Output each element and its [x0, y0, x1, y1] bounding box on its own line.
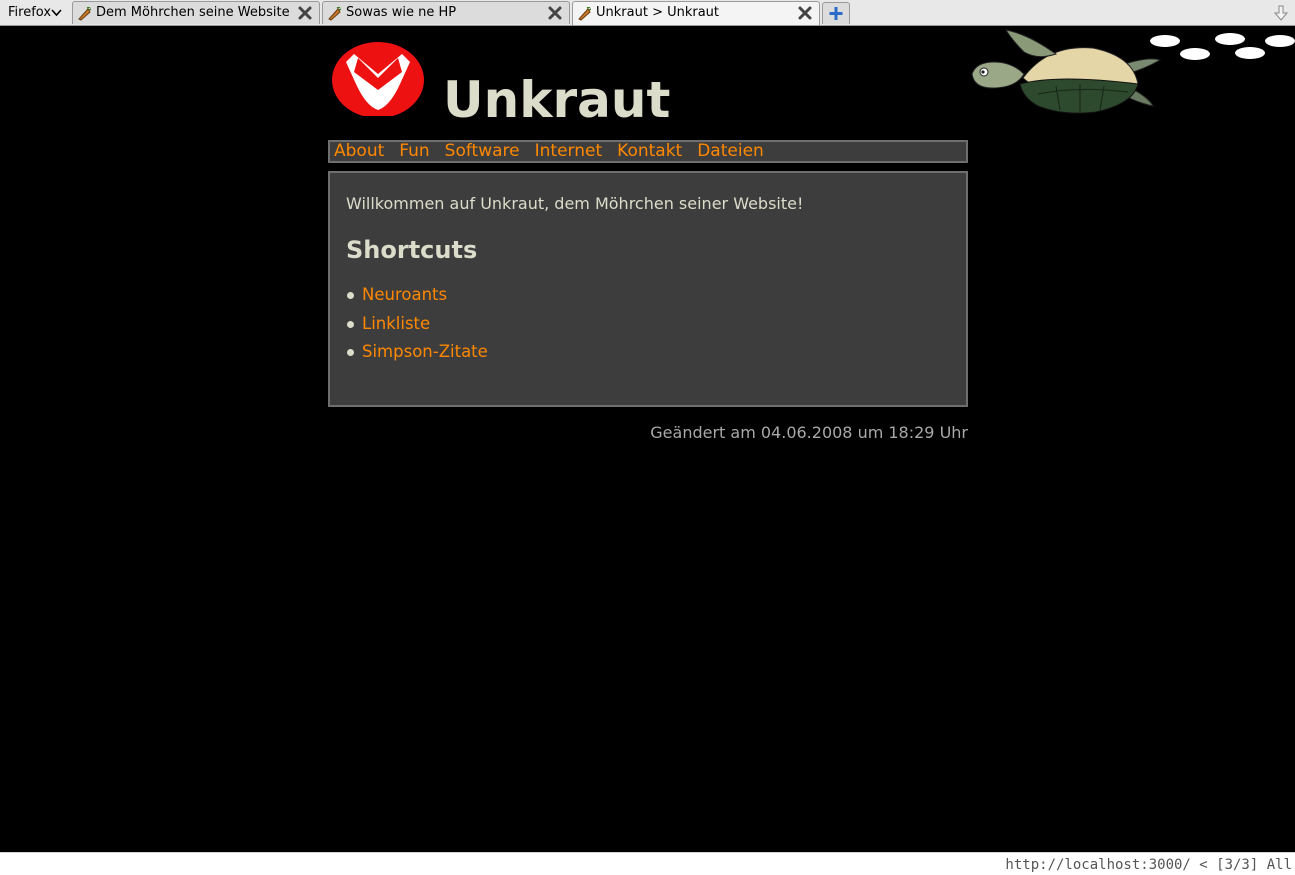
tab-list-button[interactable] [1273, 4, 1289, 22]
main-nav: About Fun Software Internet Kontakt Date… [328, 140, 968, 163]
close-icon[interactable] [797, 5, 813, 21]
shortcut-link-simpson-zitate[interactable]: Simpson-Zitate [362, 342, 488, 361]
tab-label: Sowas wie ne HP [346, 5, 457, 20]
nav-link-software[interactable]: Software [445, 142, 520, 161]
content-panel: Willkommen auf Unkraut, dem Möhrchen sei… [328, 171, 968, 407]
turtle-illustration [968, 26, 1295, 116]
firefox-menu-label: Firefox [8, 5, 52, 20]
close-icon[interactable] [297, 5, 313, 21]
site-logo [330, 40, 426, 118]
list-item: Simpson-Zitate [346, 342, 950, 371]
browser-tab[interactable]: Sowas wie ne HP [322, 1, 570, 24]
list-item: Neuroants [346, 285, 950, 314]
bullet-icon [347, 292, 354, 299]
list-item: Linkliste [346, 314, 950, 343]
nav-link-internet[interactable]: Internet [535, 142, 603, 161]
bullet-icon [347, 349, 354, 356]
carrot-favicon-icon [77, 6, 92, 21]
shortcut-list: Neuroants Linkliste Simpson-Zitate [346, 285, 950, 371]
nav-link-about[interactable]: About [334, 142, 384, 161]
welcome-text: Willkommen auf Unkraut, dem Möhrchen sei… [346, 194, 804, 213]
site-title: Unkraut [443, 71, 671, 129]
last-changed-text: Geändert am 04.06.2008 um 18:29 Uhr [650, 423, 968, 442]
new-tab-button[interactable] [822, 2, 850, 24]
tab-label: Dem Möhrchen seine Website [96, 5, 290, 20]
status-url-text: http://localhost:3000/ < [3/3] All [1005, 857, 1292, 873]
arrow-down-icon [1273, 5, 1289, 21]
carrot-favicon-icon [327, 6, 342, 21]
shortcut-link-linkliste[interactable]: Linkliste [362, 314, 430, 333]
chevron-down-icon [51, 2, 62, 30]
status-bar: http://localhost:3000/ < [3/3] All [0, 852, 1295, 875]
tab-label: Unkraut > Unkraut [596, 5, 720, 20]
nav-link-fun[interactable]: Fun [399, 142, 429, 161]
nav-link-dateien[interactable]: Dateien [697, 142, 764, 161]
close-icon[interactable] [547, 5, 563, 21]
nav-link-kontakt[interactable]: Kontakt [617, 142, 682, 161]
browser-tab-bar: Firefox Dem Möhrchen seine Website Sowas… [0, 0, 1295, 26]
bullet-icon [347, 320, 354, 328]
firefox-menu-button[interactable]: Firefox [2, 2, 66, 23]
browser-tab-active[interactable]: Unkraut > Unkraut [572, 1, 820, 25]
shortcut-link-neuroants[interactable]: Neuroants [362, 285, 447, 304]
shortcuts-heading: Shortcuts [346, 236, 478, 264]
plus-icon [829, 7, 843, 20]
carrot-favicon-icon [577, 6, 592, 21]
browser-tab[interactable]: Dem Möhrchen seine Website [72, 1, 320, 24]
